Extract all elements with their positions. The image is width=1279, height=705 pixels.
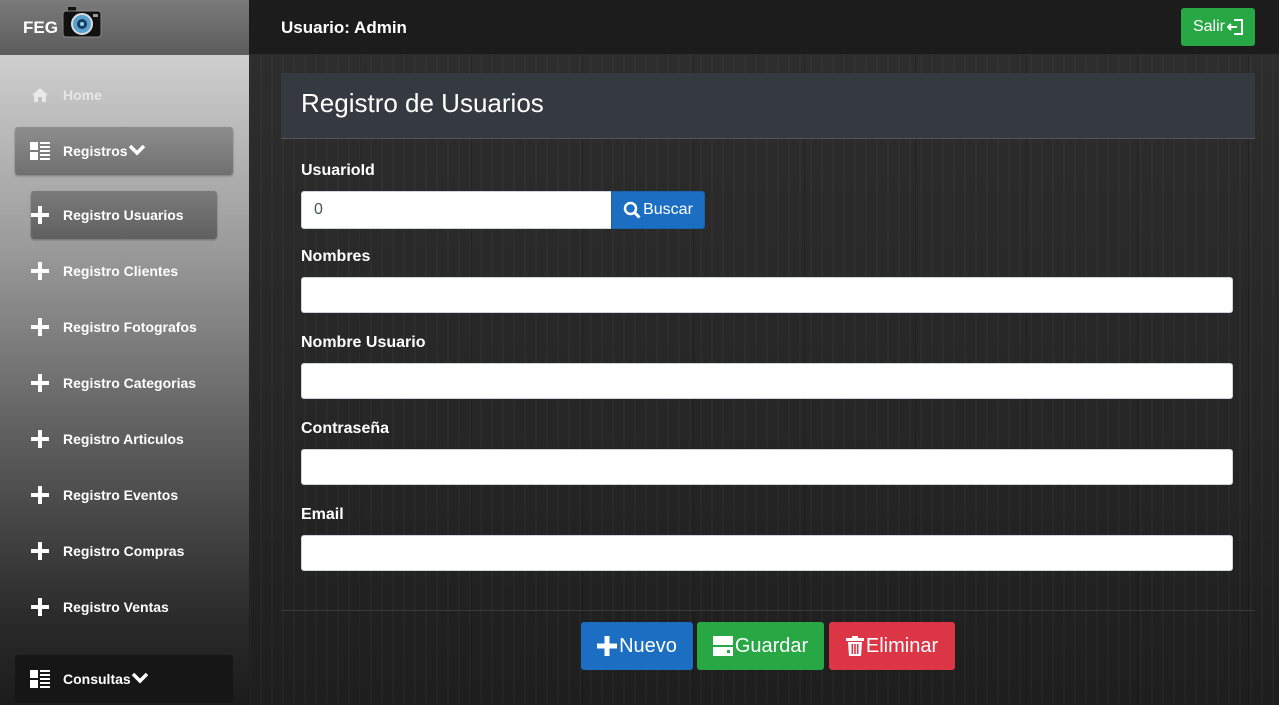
plus-icon bbox=[31, 486, 49, 504]
divider bbox=[281, 610, 1255, 611]
sidebar-item-registro-compras[interactable]: Registro Compras bbox=[31, 527, 217, 575]
sidebar-item-label: Registro Compras bbox=[63, 543, 185, 559]
sidebar-item-label: Registro Fotografos bbox=[63, 319, 197, 335]
sidebar-item-registros[interactable]: Registros bbox=[15, 127, 233, 175]
sidebar-item-label: Registro Ventas bbox=[63, 599, 169, 615]
plus-icon bbox=[31, 374, 49, 392]
brand[interactable]: FEG bbox=[0, 0, 249, 55]
sidebar-item-registro-fotografos[interactable]: Registro Fotografos bbox=[31, 303, 217, 351]
email-label: Email bbox=[301, 506, 344, 523]
nombre-usuario-label: Nombre Usuario bbox=[301, 334, 426, 351]
home-icon bbox=[31, 87, 49, 103]
nombres-label: Nombres bbox=[301, 248, 371, 265]
logout-button[interactable]: Salir bbox=[1181, 8, 1255, 46]
sidebar-item-registro-categorias[interactable]: Registro Categorias bbox=[31, 359, 217, 407]
registros-label: Registros bbox=[63, 143, 128, 159]
list-icon bbox=[30, 670, 50, 688]
chevron-down-icon bbox=[131, 672, 148, 684]
search-button[interactable]: Buscar bbox=[611, 191, 705, 229]
sidebar-item-home[interactable]: Home bbox=[15, 80, 233, 110]
camera-icon bbox=[62, 6, 102, 43]
logout-icon bbox=[1227, 19, 1243, 35]
usuarioid-input[interactable] bbox=[301, 191, 612, 229]
sidebar-item-consultas[interactable]: Consultas bbox=[15, 655, 233, 703]
chevron-down-icon bbox=[128, 144, 145, 156]
save-icon bbox=[712, 636, 733, 656]
contrasena-input[interactable] bbox=[301, 449, 1233, 485]
search-icon bbox=[623, 201, 641, 219]
nombres-input[interactable] bbox=[301, 277, 1233, 313]
search-button-label: Buscar bbox=[643, 201, 693, 218]
email-input[interactable] bbox=[301, 535, 1233, 571]
user-label: Usuario: Admin bbox=[281, 18, 407, 37]
plus-icon bbox=[597, 636, 618, 656]
sidebar-item-registro-articulos[interactable]: Registro Articulos bbox=[31, 415, 217, 463]
main-content: Usuario: Admin Salir Registro de Usuario… bbox=[249, 0, 1279, 705]
consultas-label: Consultas bbox=[63, 671, 131, 687]
page-title: Registro de Usuarios bbox=[301, 88, 544, 118]
sidebar-item-label: Consultas bbox=[63, 671, 149, 687]
eliminar-label: Eliminar bbox=[865, 634, 939, 657]
trash-icon bbox=[845, 636, 864, 656]
card-header: Registro de Usuarios bbox=[281, 73, 1255, 139]
usuarioid-label: UsuarioId bbox=[301, 162, 375, 179]
sidebar-item-label: Registro Eventos bbox=[63, 487, 179, 503]
plus-icon bbox=[31, 206, 49, 224]
plus-icon bbox=[31, 318, 49, 336]
sidebar-item-label: Registros bbox=[63, 143, 146, 159]
nuevo-label: Nuevo bbox=[619, 634, 677, 657]
sidebar-item-label: Home bbox=[63, 87, 102, 103]
list-icon bbox=[30, 142, 50, 160]
sidebar-item-registro-usuarios[interactable]: Registro Usuarios bbox=[31, 191, 217, 239]
nuevo-button[interactable]: Nuevo bbox=[581, 622, 693, 670]
plus-icon bbox=[31, 542, 49, 560]
contrasena-label: Contraseña bbox=[301, 420, 390, 437]
brand-text: FEG bbox=[23, 17, 58, 37]
eliminar-button[interactable]: Eliminar bbox=[829, 622, 955, 670]
logout-label: Salir bbox=[1192, 18, 1225, 35]
nombre-usuario-input[interactable] bbox=[301, 363, 1233, 399]
plus-icon bbox=[31, 262, 49, 280]
sidebar-item-label: Registro Clientes bbox=[63, 263, 179, 279]
sidebar-item-label: Registro Articulos bbox=[63, 431, 184, 447]
guardar-label: Guardar bbox=[734, 634, 809, 657]
sidebar-item-registro-eventos[interactable]: Registro Eventos bbox=[31, 471, 217, 519]
sidebar: FEG Home Registros Registro Usuarios Reg… bbox=[0, 0, 249, 705]
sidebar-item-label: Registro Categorias bbox=[63, 375, 197, 391]
plus-icon bbox=[31, 598, 49, 616]
top-bar: Usuario: Admin Salir bbox=[249, 0, 1279, 55]
guardar-button[interactable]: Guardar bbox=[697, 622, 824, 670]
sidebar-item-label: Registro Usuarios bbox=[63, 207, 184, 223]
plus-icon bbox=[31, 430, 49, 448]
sidebar-item-registro-clientes[interactable]: Registro Clientes bbox=[31, 247, 217, 295]
sidebar-item-registro-ventas[interactable]: Registro Ventas bbox=[31, 583, 217, 631]
